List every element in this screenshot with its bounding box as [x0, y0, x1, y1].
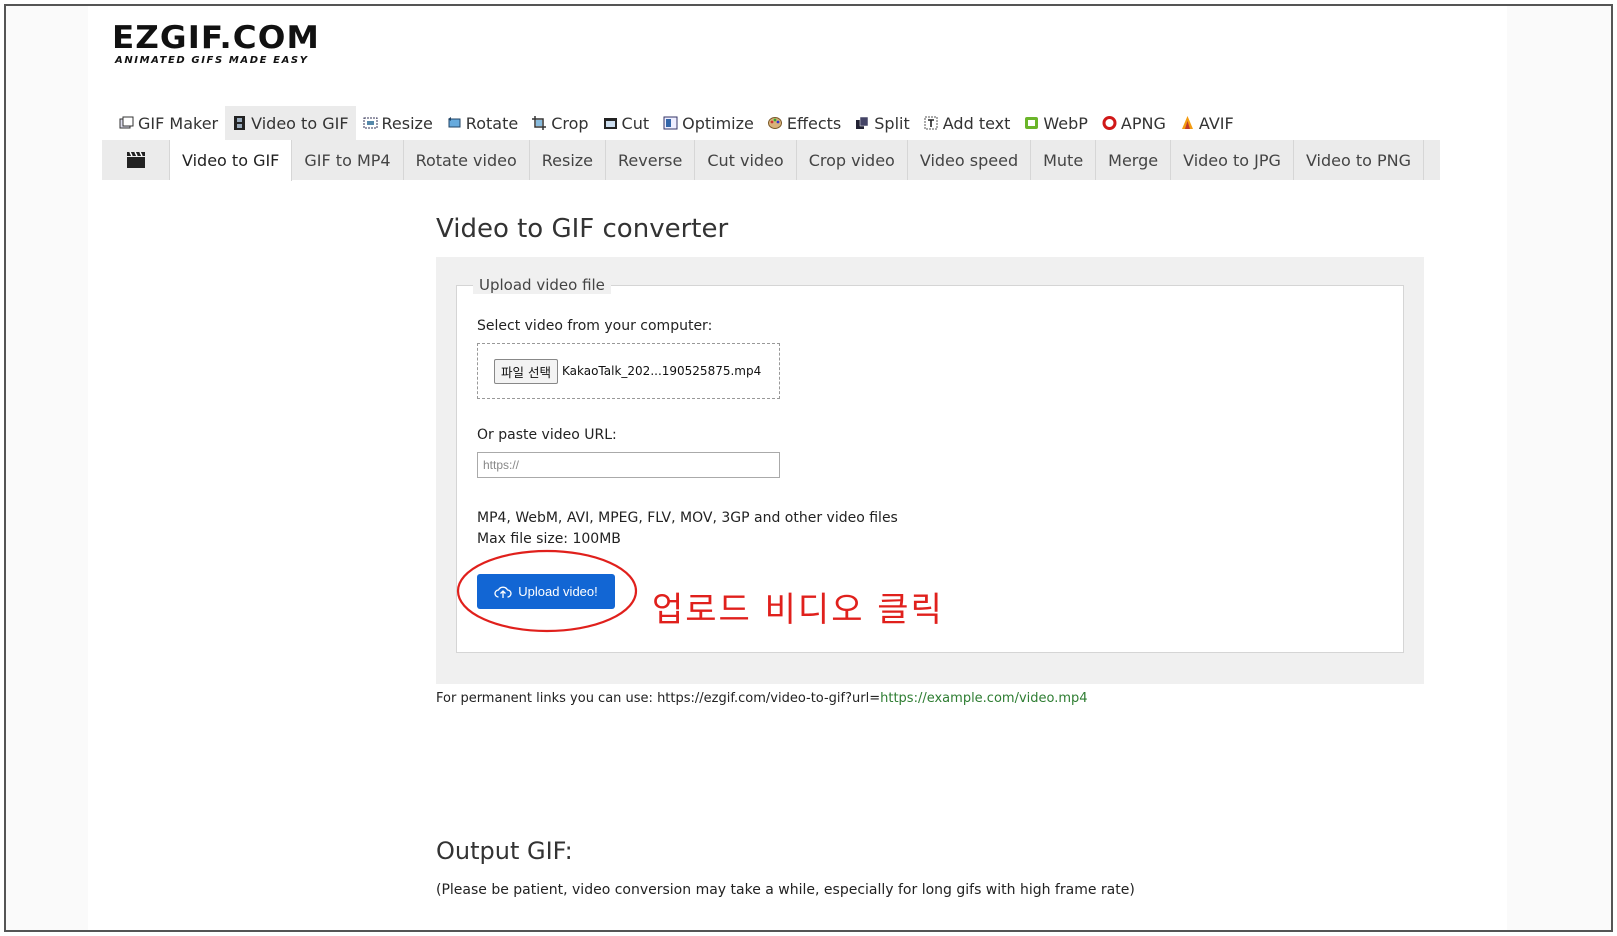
- sub-tab-gif-to-mp4[interactable]: GIF to MP4: [292, 140, 404, 180]
- nav-item-optimize[interactable]: Optimize: [656, 106, 761, 140]
- nav-item-add-text[interactable]: Add text: [917, 106, 1018, 140]
- nav-item-apng[interactable]: APNG: [1095, 106, 1173, 140]
- rotate-icon: [447, 117, 461, 128]
- avif-icon: [1181, 116, 1193, 129]
- nav-label: Resize: [381, 113, 433, 133]
- sub-tab-resize[interactable]: Resize: [530, 140, 607, 180]
- left-gutter: [6, 6, 88, 930]
- sub-tab-video-to-png[interactable]: Video to PNG: [1294, 140, 1425, 180]
- nav-label: APNG: [1120, 113, 1166, 133]
- page-title: Video to GIF converter: [436, 214, 729, 244]
- sub-tab-merge[interactable]: Merge: [1096, 140, 1172, 180]
- nav-label: AVIF: [1198, 113, 1234, 133]
- nav-item-webp[interactable]: WebP: [1017, 106, 1095, 140]
- sub-tab-rotate-video[interactable]: Rotate video: [404, 140, 530, 180]
- url-label: Or paste video URL:: [477, 427, 617, 443]
- right-gutter: [1507, 6, 1611, 930]
- nav-label: GIF Maker: [138, 113, 219, 133]
- sub-tab-mute[interactable]: Mute: [1031, 140, 1097, 180]
- film-icon: [234, 116, 246, 130]
- nav-item-split[interactable]: Split: [848, 106, 916, 140]
- max-size-line: Max file size: 100MB: [477, 531, 621, 547]
- upload-video-button[interactable]: Upload video!: [477, 574, 615, 609]
- nav-label: Add text: [942, 113, 1011, 133]
- choose-file-button[interactable]: 파일 선택: [494, 358, 558, 384]
- sub-tab-video-to-gif[interactable]: Video to GIF: [170, 140, 293, 181]
- logo-text: EZGIF.COM: [112, 20, 320, 56]
- select-file-label: Select video from your computer:: [477, 318, 713, 334]
- selected-file-name: KakaoTalk_202...190525875.mp4: [561, 364, 762, 378]
- optimize-icon: [663, 116, 678, 130]
- site-logo[interactable]: EZGIF.COM ANIMATED GIFS MADE EASY: [112, 22, 319, 66]
- nav-label: Split: [874, 113, 910, 133]
- annotation-label: 업로드 비디오 클릭: [652, 590, 944, 630]
- video-url-input[interactable]: [477, 452, 780, 478]
- split-icon: [856, 116, 869, 129]
- nav-item-rotate[interactable]: Rotate: [440, 106, 525, 140]
- nav-item-resize[interactable]: Resize: [356, 106, 440, 140]
- nav-item-video-to-gif[interactable]: Video to GIF: [225, 106, 356, 140]
- sub-tab-video-to-jpg[interactable]: Video to JPG: [1171, 140, 1294, 180]
- nav-label: Cut: [621, 113, 650, 133]
- nav-label: Crop: [551, 113, 589, 133]
- sub-tab-reverse[interactable]: Reverse: [606, 140, 696, 180]
- permanent-link-note: For permanent links you can use: https:/…: [436, 691, 1088, 706]
- sub-tab-crop-video[interactable]: Crop video: [797, 140, 908, 180]
- perma-prefix: For permanent links you can use: https:/…: [436, 691, 881, 706]
- logo-tagline: ANIMATED GIFS MADE EASY: [115, 55, 309, 66]
- fieldset-legend: Upload video file: [473, 276, 611, 294]
- output-note: (Please be patient, video conversion may…: [436, 882, 1135, 898]
- resize-icon: [363, 117, 378, 129]
- upload-button-label: Upload video!: [518, 584, 598, 599]
- nav-label: Video to GIF: [251, 113, 349, 133]
- clapperboard-icon: [102, 140, 170, 180]
- formats-line: MP4, WebM, AVI, MPEG, FLV, MOV, 3GP and …: [477, 510, 898, 526]
- nav-item-crop[interactable]: Crop: [525, 106, 595, 140]
- effects-icon: [767, 117, 782, 129]
- perma-example-link[interactable]: https://example.com/video.mp4: [880, 691, 1087, 706]
- sub-nav: Video to GIF GIF to MP4 Rotate video Res…: [102, 140, 1440, 181]
- crop-icon: [532, 116, 547, 130]
- cloud-upload-icon: [494, 586, 512, 598]
- sub-tab-cut-video[interactable]: Cut video: [695, 140, 797, 180]
- supported-formats: MP4, WebM, AVI, MPEG, FLV, MOV, 3GP and …: [477, 508, 898, 550]
- nav-item-effects[interactable]: Effects: [761, 106, 848, 140]
- main-nav: GIF Maker Video to GIF Resize Rotate Cro…: [112, 106, 1241, 140]
- gif-maker-icon: [119, 116, 134, 129]
- output-title: Output GIF:: [436, 837, 573, 865]
- nav-label: Effects: [786, 113, 842, 133]
- add-text-icon: [924, 116, 938, 130]
- webp-icon: [1025, 117, 1039, 129]
- nav-label: WebP: [1043, 113, 1088, 133]
- cut-icon: [603, 118, 617, 129]
- nav-item-cut[interactable]: Cut: [596, 106, 657, 140]
- apng-icon: [1102, 116, 1117, 130]
- nav-item-gif-maker[interactable]: GIF Maker: [112, 106, 225, 140]
- sub-tab-video-speed[interactable]: Video speed: [908, 140, 1032, 180]
- nav-item-avif[interactable]: AVIF: [1173, 106, 1241, 140]
- nav-label: Optimize: [682, 113, 754, 133]
- nav-label: Rotate: [465, 113, 519, 133]
- file-drop-area[interactable]: 파일 선택 KakaoTalk_202...190525875.mp4: [477, 343, 780, 399]
